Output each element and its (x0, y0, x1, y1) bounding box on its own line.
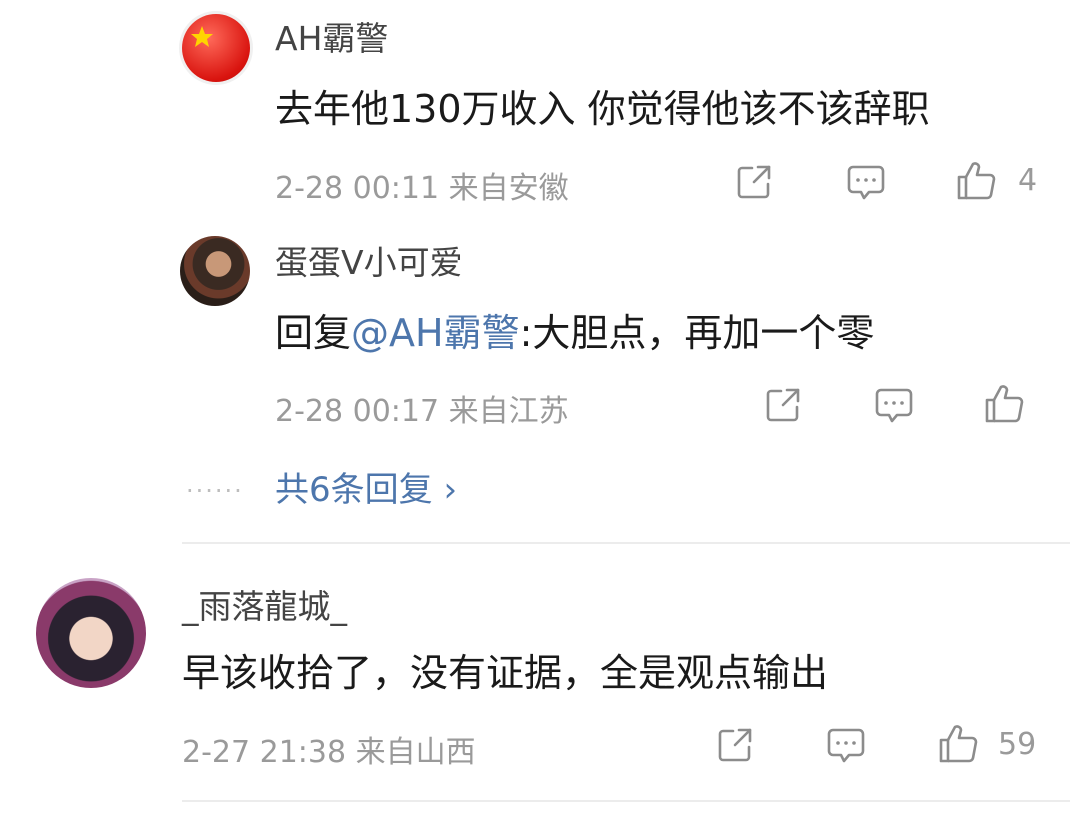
divider (182, 542, 1070, 544)
avatar[interactable] (36, 578, 146, 688)
avatar[interactable] (182, 14, 250, 82)
thumbs-up-icon[interactable] (937, 723, 979, 765)
username[interactable]: 蛋蛋V小可爱 (275, 236, 463, 284)
avatar[interactable] (180, 236, 250, 306)
ellipsis-dots: ...... (186, 470, 244, 498)
username[interactable]: _雨落龍城_ (182, 580, 347, 628)
like-count: 4 (1018, 163, 1038, 198)
comment-text: 去年他130万收入 你觉得他该不该辞职 (275, 87, 930, 131)
flag-star-icon (191, 26, 213, 47)
comment-text: 早该收拾了，没有证据，全是观点输出 (182, 651, 829, 695)
reply-prefix: 回复 (275, 311, 352, 355)
thumbs-up-icon[interactable] (983, 383, 1025, 425)
thumbs-up-icon[interactable] (955, 160, 997, 202)
reply-meta: 2-28 00:17 来自江苏 (275, 394, 569, 429)
reply-text: 回复@AH霸警:大胆点，再加一个零 (275, 302, 874, 357)
comment-meta: 2-28 00:11 来自安徽 (275, 171, 569, 206)
reply-body: :大胆点，再加一个零 (519, 311, 875, 355)
comment-icon[interactable] (845, 162, 887, 204)
share-icon[interactable] (763, 385, 803, 425)
divider (182, 800, 1070, 802)
comment-icon[interactable] (873, 385, 915, 427)
comment-icon[interactable] (825, 725, 867, 767)
like-count: 59 (998, 727, 1037, 762)
comment-meta: 2-27 21:38 来自山西 (182, 735, 476, 770)
share-icon[interactable] (715, 725, 755, 765)
share-icon[interactable] (734, 162, 774, 202)
username[interactable]: AH霸警 (275, 12, 388, 60)
mention-link[interactable]: @AH霸警 (351, 311, 520, 355)
more-replies-link[interactable]: 共6条回复 › (275, 462, 457, 511)
